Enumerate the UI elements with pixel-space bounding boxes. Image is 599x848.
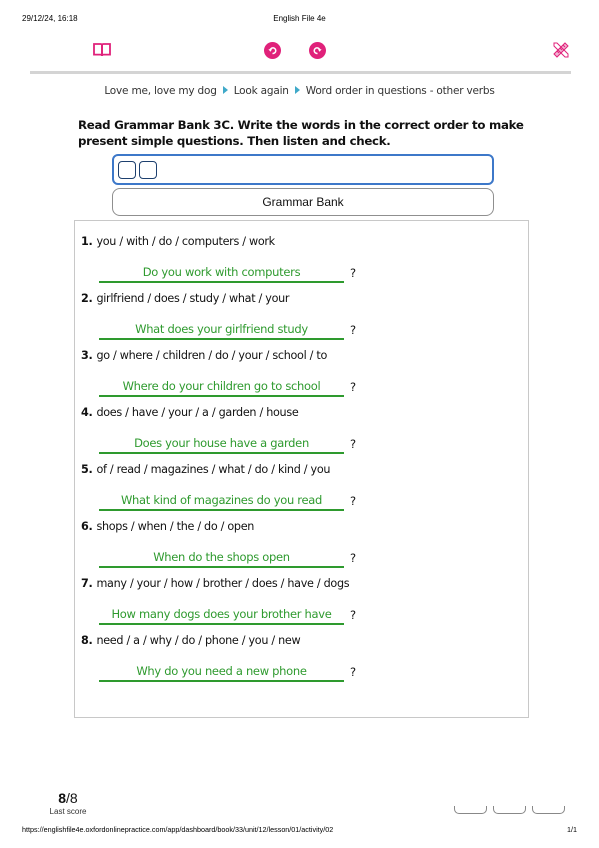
answer-field[interactable]: Why do you need a new phone	[99, 662, 344, 682]
last-score: 8/8 Last score	[48, 790, 88, 816]
breadcrumb-unit[interactable]: Love me, love my dog	[104, 85, 217, 97]
toolbar	[30, 34, 571, 74]
answer-field[interactable]: How many dogs does your brother have	[99, 605, 344, 625]
pencil-ruler-icon[interactable]	[551, 40, 571, 60]
audio-player	[112, 154, 494, 185]
print-title: English File 4e	[273, 14, 326, 23]
undo-icon[interactable]	[262, 40, 282, 60]
instructions: Read Grammar Bank 3C. Write the words in…	[78, 118, 524, 148]
answer-field[interactable]: Where do your children go to school	[99, 377, 344, 397]
breadcrumb-activity: Word order in questions - other verbs	[305, 85, 495, 97]
print-page-number: 1/1	[567, 825, 577, 834]
redo-icon[interactable]	[307, 40, 327, 60]
question-mark: ?	[350, 551, 357, 565]
question-mark: ?	[350, 266, 357, 280]
print-footer: https://englishfile4e.oxfordonlinepracti…	[22, 825, 577, 834]
question-prompt: 1. you / with / do / computers / work	[81, 235, 275, 248]
audio-play-button[interactable]	[118, 161, 136, 179]
answer-field[interactable]: Do you work with computers	[99, 263, 344, 283]
breadcrumb-section[interactable]: Look again	[234, 85, 289, 97]
score-label: Last score	[49, 807, 87, 816]
question-mark: ?	[350, 323, 357, 337]
question-mark: ?	[350, 494, 357, 508]
question-mark: ?	[350, 437, 357, 451]
breadcrumb-arrow-icon	[294, 86, 300, 94]
answer-field[interactable]: What kind of magazines do you read	[99, 491, 344, 511]
exercise-card: 1. you / with / do / computers / work Do …	[74, 220, 529, 718]
nav-button[interactable]	[493, 806, 526, 814]
print-url: https://englishfile4e.oxfordonlinepracti…	[22, 825, 334, 834]
score-value: 8/8	[58, 790, 78, 806]
grammar-bank-button[interactable]: Grammar Bank	[112, 188, 494, 216]
book-icon[interactable]	[92, 40, 112, 60]
question-mark: ?	[350, 380, 357, 394]
breadcrumb: Love me, love my dog Look again Word order…	[0, 85, 599, 97]
answer-field[interactable]: Does your house have a garden	[99, 434, 344, 454]
question-prompt: 4. does / have / your / a / garden / hous…	[81, 406, 299, 419]
nav-buttons	[454, 806, 566, 816]
print-header: 29/12/24, 16:18 English File 4e	[22, 14, 577, 26]
breadcrumb-arrow-icon	[222, 86, 228, 94]
answer-field[interactable]: When do the shops open	[99, 548, 344, 568]
answer-field[interactable]: What does your girlfriend study	[99, 320, 344, 340]
question-prompt: 8. need / a / why / do / phone / you / ne…	[81, 634, 301, 647]
nav-button[interactable]	[532, 806, 565, 814]
nav-button[interactable]	[454, 806, 487, 814]
question-prompt: 6. shops / when / the / do / open	[81, 520, 255, 533]
question-prompt: 2. girlfriend / does / study / what / you…	[81, 292, 290, 305]
question-prompt: 3. go / where / children / do / your / sc…	[81, 349, 328, 362]
audio-control-button[interactable]	[139, 161, 157, 179]
question-mark: ?	[350, 608, 357, 622]
question-mark: ?	[350, 665, 357, 679]
question-prompt: 7. many / your / how / brother / does / h…	[81, 577, 350, 590]
question-prompt: 5. of / read / magazines / what / do / ki…	[81, 463, 331, 476]
